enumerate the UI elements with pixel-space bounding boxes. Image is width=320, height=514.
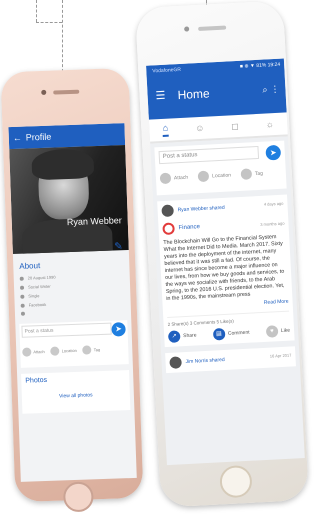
attach-label: Attach: [173, 174, 189, 181]
post-timestamp: 4 days ago: [263, 200, 284, 207]
speaker-grille: [53, 89, 80, 95]
status-input[interactable]: Post a status: [158, 145, 260, 165]
status-composer: Post a status ➤ Attach Location Tag: [19, 320, 129, 368]
home-feed-screen: VodafoneGR ■ ⊕ ▼ 81% 19:24 ☰ Home ⌕ ⋮ ⌂ …: [146, 58, 305, 466]
tab-messages-icon[interactable]: ◻: [231, 120, 239, 131]
tag-icon: [82, 345, 92, 355]
view-all-photos-link[interactable]: View all photos: [26, 391, 126, 400]
left-phone: ← Profile Ryan Webber ✎ About 20 August …: [0, 67, 144, 513]
attach-label: Attach: [33, 348, 45, 355]
edit-pencil-icon[interactable]: ✎: [114, 241, 123, 252]
send-button[interactable]: ➤: [265, 144, 282, 161]
post-author[interactable]: Jim Norris shared: [185, 357, 224, 365]
hamburger-menu-icon[interactable]: ☰: [155, 89, 165, 103]
front-camera: [184, 26, 190, 32]
facebook-icon: [20, 303, 25, 308]
more-vert-icon[interactable]: ⋮: [270, 84, 280, 95]
post-body: The Blockchain Will Go to the Financial …: [163, 234, 285, 302]
composer-actions: Attach Location Tag: [159, 168, 264, 185]
page-title: Home: [177, 86, 210, 103]
home-button[interactable]: [62, 481, 94, 513]
finance-icon: [162, 222, 175, 236]
status-bar-icons: ■ ⊕ ▼ 81% 19:24: [239, 61, 281, 70]
post-source[interactable]: Finance: [178, 224, 200, 231]
status-composer: Post a status ➤ Attach Location Tag: [154, 140, 287, 196]
profile-screen: ← Profile Ryan Webber ✎ About 20 August …: [8, 123, 137, 482]
about-row-text: 20 August 1990: [27, 274, 56, 281]
carrier-label: VodafoneGR: [152, 66, 182, 75]
comment-label: Comment: [227, 329, 250, 337]
relationship-icon: [20, 294, 25, 299]
profile-cover-photo: Ryan Webber: [9, 145, 129, 255]
like-icon: ♥: [265, 325, 279, 338]
share-button[interactable]: ↗ Share: [167, 329, 197, 343]
attach-icon: [159, 172, 172, 185]
tab-home-icon[interactable]: ⌂: [162, 122, 169, 137]
tab-settings-icon[interactable]: ☼: [265, 119, 274, 129]
attach-button[interactable]: Attach: [159, 172, 189, 185]
home-button[interactable]: [219, 464, 253, 499]
post-stats: 2 Share(s) 3 Comments 5 Like(s): [167, 310, 290, 327]
back-arrow-icon[interactable]: ←: [13, 133, 22, 143]
attach-button[interactable]: Attach: [22, 347, 45, 357]
post-source-row: Finance 3 months ago: [162, 217, 285, 236]
location-button[interactable]: Location: [50, 346, 77, 356]
status-input[interactable]: Post a status: [21, 322, 112, 338]
about-row-text: Facebook: [28, 301, 47, 308]
page-title: Profile: [25, 131, 52, 143]
tag-icon: [240, 168, 253, 180]
avatar[interactable]: [169, 356, 182, 369]
tag-button[interactable]: Tag: [82, 345, 101, 355]
attach-icon: [22, 347, 32, 357]
feed-post-card: Ryan Webber shared 4 days ago Finance 3 …: [157, 194, 295, 348]
home-app-bar: VodafoneGR ■ ⊕ ▼ 81% 19:24 ☰ Home ⌕ ⋮: [146, 58, 287, 120]
avatar[interactable]: [161, 204, 174, 218]
like-label: Like: [280, 327, 291, 335]
info-icon: [20, 311, 26, 316]
tag-label: Tag: [254, 170, 264, 177]
comment-icon: ▤: [212, 327, 226, 341]
right-phone: VodafoneGR ■ ⊕ ▼ 81% 19:24 ☰ Home ⌕ ⋮ ⌂ …: [135, 0, 309, 508]
location-icon: [50, 346, 60, 356]
leader-line-left-2: [36, 0, 37, 22]
source-timestamp: 3 months ago: [260, 220, 285, 227]
send-button[interactable]: ➤: [111, 322, 126, 337]
about-row-text: Single: [28, 293, 40, 299]
share-icon: ↗: [167, 330, 181, 343]
feed-post-card: Jim Norris shared 16 Apr 2017: [165, 346, 296, 374]
post-author[interactable]: Ryan Webber shared: [177, 205, 224, 213]
profile-name: Ryan Webber: [66, 215, 122, 228]
speaker-grille: [198, 25, 227, 31]
photos-section: Photos View all photos: [21, 370, 131, 414]
tab-friends-icon[interactable]: ☺: [195, 123, 205, 133]
location-icon: [197, 170, 210, 183]
location-label: Location: [61, 347, 77, 354]
search-icon[interactable]: ⌕: [262, 84, 268, 95]
birthday-icon: [19, 276, 24, 281]
location-button[interactable]: Location: [197, 169, 232, 183]
like-button[interactable]: ♥ Like: [265, 325, 291, 338]
leader-line-left-h: [36, 22, 62, 23]
composer-actions: Attach Location Tag: [22, 345, 100, 357]
photos-heading: Photos: [25, 376, 48, 385]
front-camera: [41, 89, 47, 95]
tag-button[interactable]: Tag: [240, 168, 264, 180]
tag-label: Tag: [93, 347, 101, 353]
job-icon: [19, 285, 25, 290]
comment-button[interactable]: ▤ Comment: [212, 327, 250, 341]
about-row-text: Social Writer: [27, 283, 51, 290]
share-label: Share: [183, 332, 197, 340]
portrait-hair: [31, 148, 95, 181]
location-label: Location: [211, 171, 232, 179]
post-actions: ↗ Share ▤ Comment ♥ Like: [167, 325, 291, 343]
